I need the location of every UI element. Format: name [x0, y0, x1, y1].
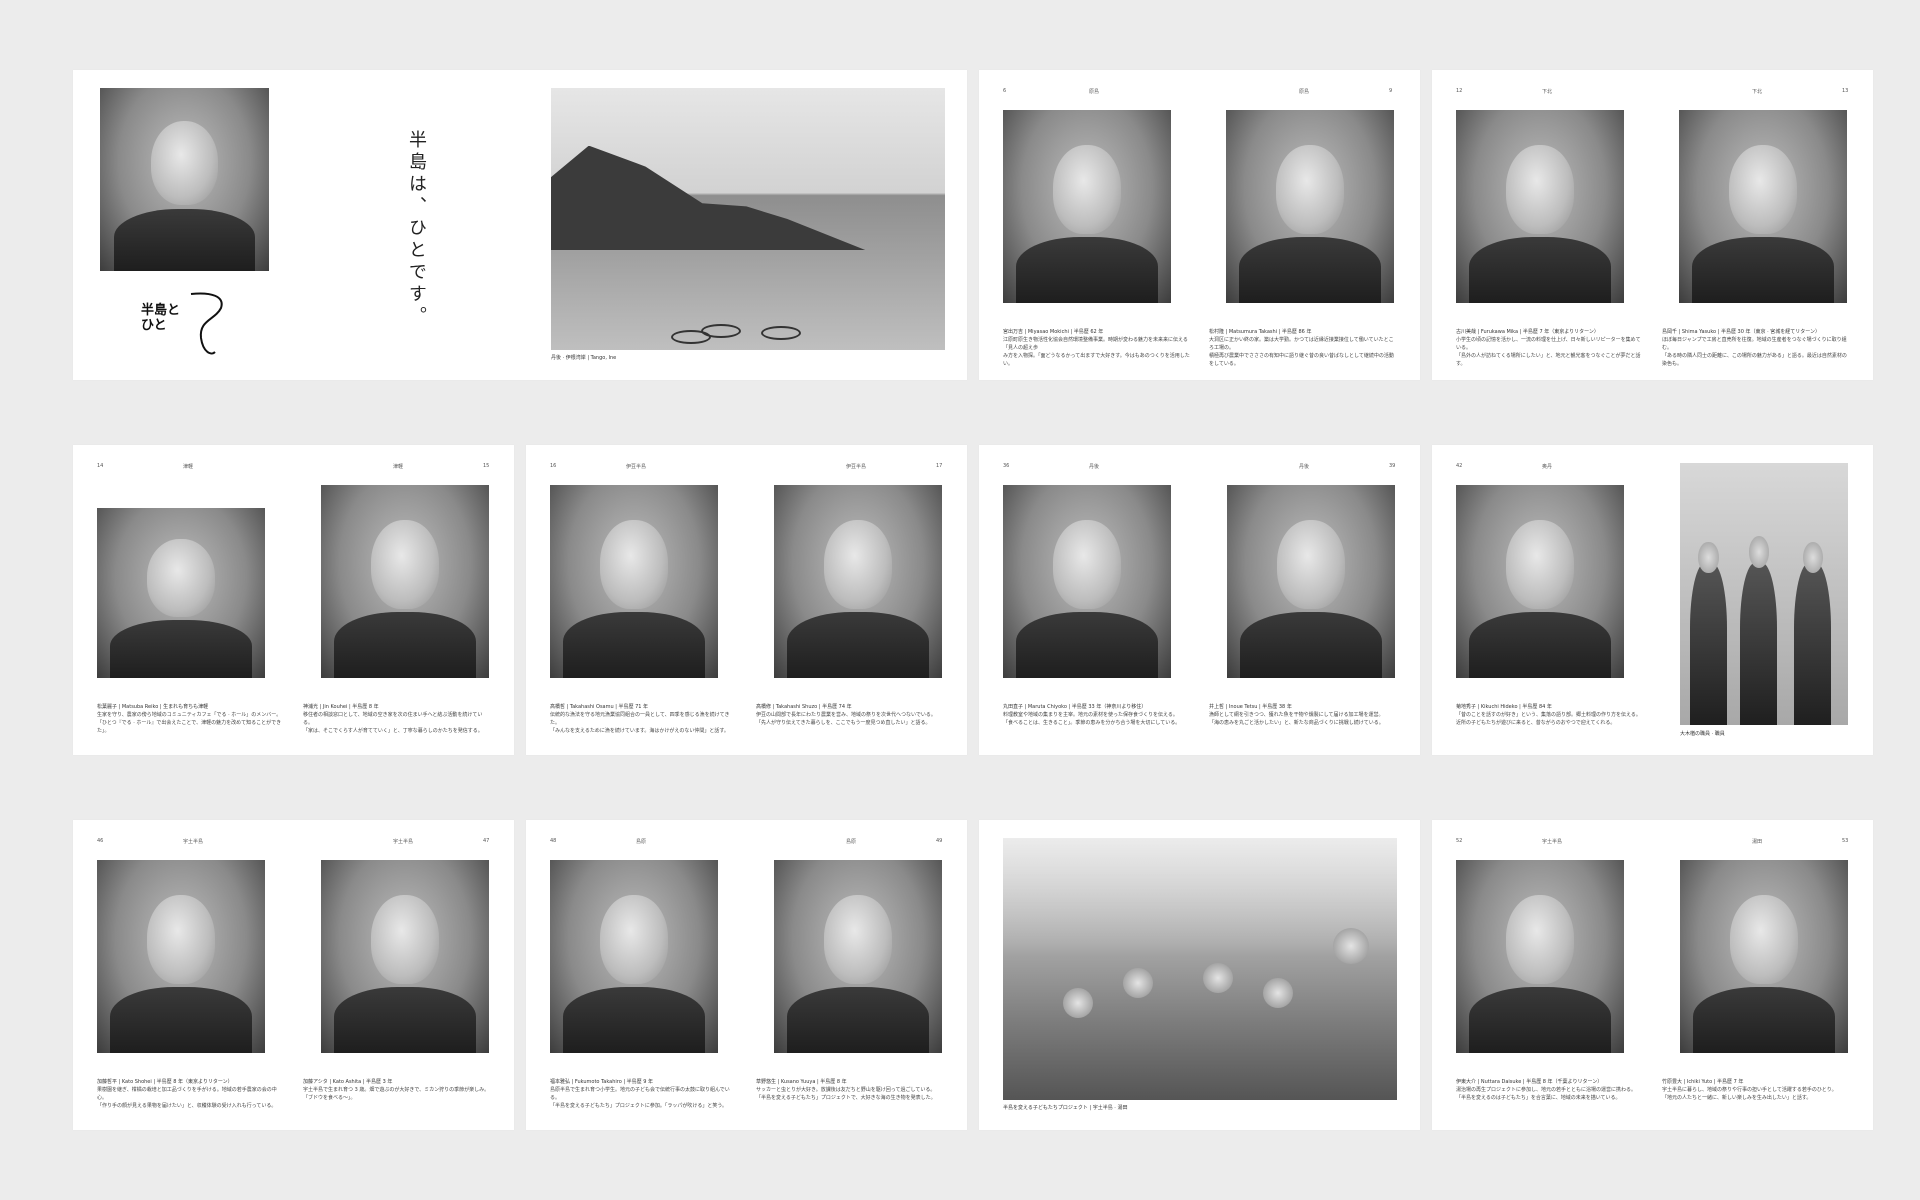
portrait-photo	[1680, 860, 1848, 1053]
page-number: 52	[1456, 838, 1463, 844]
page-number: 9	[1389, 88, 1393, 94]
running-header: 津軽	[183, 464, 194, 470]
page-number: 49	[936, 838, 943, 844]
running-header: 宇土半島	[183, 839, 204, 845]
portrait-caption: 宮出万吉 | Miyasao Mokichi | 半島歴 62 年江原町原生き物…	[1003, 329, 1190, 367]
running-header: 下北	[1542, 89, 1553, 95]
portrait-caption: 丸田直子 | Maruta Chiyoko | 半島歴 33 年（神奈川より移住…	[1003, 704, 1181, 726]
photo-caption: 大木楢の職員 · 職員	[1680, 731, 1725, 737]
portrait-photo	[97, 860, 265, 1053]
portrait-photo	[1456, 485, 1624, 678]
page-number: 53	[1842, 838, 1849, 844]
portrait-caption: 加藤アシタ | Kato Ashita | 半島歴 3 年宇土半島で生まれ育つ …	[303, 1079, 490, 1101]
portrait-photo	[550, 860, 718, 1053]
running-header: 宇土半島	[1542, 839, 1563, 845]
running-header: 島原	[636, 839, 647, 845]
portrait-caption: 草野悠生 | Kusano Yuuya | 半島歴 8 年サッカーと虫とりが大好…	[756, 1079, 936, 1101]
landscape-photo	[551, 88, 945, 350]
portrait-photo	[321, 860, 489, 1053]
running-header: 下北	[1752, 89, 1763, 95]
spread: 52 宇土半島 湯田 53 伊東大介 | Nuttara Daisuke | 半…	[1432, 820, 1873, 1130]
portrait-photo	[97, 508, 265, 678]
running-header: 奥丹	[1542, 464, 1553, 470]
portrait-photo	[774, 860, 942, 1053]
page-number: 39	[1389, 463, 1396, 469]
page-number: 48	[550, 838, 557, 844]
running-header: 原島	[1089, 89, 1100, 95]
portrait-caption: 松村隆 | Matsumura Takashi | 半島歴 86 年大洞区に正か…	[1209, 329, 1394, 367]
running-header: 伊豆半島	[846, 464, 867, 470]
portrait-caption: 菊地秀子 | Kikuchi Hideko | 半島歴 84 年「昔のことを話す…	[1456, 704, 1641, 726]
spread: 42 奥丹 菊地秀子 | Kikuchi Hideko | 半島歴 84 年「昔…	[1432, 445, 1873, 755]
portrait-photo	[1003, 485, 1171, 678]
group-photo	[1680, 463, 1848, 725]
running-header: 島原	[846, 839, 857, 845]
spread: 14 津軽 津軽 15 松葉麗子 | Matsuba Reiko | 生まれも育…	[73, 445, 514, 755]
logo-curve-icon	[190, 292, 223, 355]
portrait-caption: 福本雅弘 | Fukumoto Takahiro | 半島歴 9 年島原半島で生…	[550, 1079, 730, 1109]
portrait-photo	[774, 485, 942, 678]
running-header: 伊豆半島	[626, 464, 647, 470]
page-number: 6	[1003, 88, 1007, 94]
cover-portrait-photo	[100, 88, 269, 271]
logo-line-2: ひと	[141, 318, 167, 333]
spread: 半島を変える子どもたちプロジェクト | 宇土半島 · 湯田	[979, 820, 1420, 1130]
logo-line-1: 半島と	[141, 303, 181, 318]
page-number: 36	[1003, 463, 1010, 469]
vertical-title: 半島は、ひとです。	[406, 130, 427, 328]
running-header: 原島	[1299, 89, 1310, 95]
spread: 36 丹後 丹後 39 丸田直子 | Maruta Chiyoko | 半島歴 …	[979, 445, 1420, 755]
portrait-photo	[1003, 110, 1171, 303]
spread: 46 宇土半島 宇土半島 47 加藤哲平 | Kato Shohei | 半島歴…	[73, 820, 514, 1130]
page-number: 17	[936, 463, 943, 469]
photo-caption: 半島を変える子どもたちプロジェクト | 宇土半島 · 湯田	[1003, 1105, 1128, 1111]
title-spread: 半島と ひと 半島は、ひとです。 丹後 · 伊根湾岸 | Tango, Ine	[73, 70, 967, 380]
portrait-photo	[321, 485, 489, 678]
page-number: 16	[550, 463, 557, 469]
portrait-photo	[1456, 860, 1624, 1053]
logo-text: 半島と ひと	[141, 303, 180, 333]
page-number: 46	[97, 838, 104, 844]
portrait-caption: 神浦光 | Jin Kouhei | 半島歴 8 年移住者の相談窓口として、地域…	[303, 704, 483, 734]
page-number: 47	[483, 838, 490, 844]
portrait-caption: 松葉麗子 | Matsuba Reiko | 生まれも育ちも津軽 生家を守り、農家…	[97, 704, 282, 734]
spread: 16 伊豆半島 伊豆半島 17 高橋哲 | Takahashi Osamu | …	[526, 445, 967, 755]
portrait-caption: 古川美哉 | Furukawa Mika | 半島歴 7 年（東京よりリターン）…	[1456, 329, 1641, 367]
running-header: 丹後	[1089, 464, 1100, 470]
portrait-caption: 高橋哲 | Takahashi Osamu | 半島歴 71 年伝統的な漁法を守…	[550, 704, 730, 734]
portrait-caption: 竹原豊大 | Ichiki Yuto | 半島歴 7 年宇土半島に暮らし、地域の…	[1662, 1079, 1837, 1101]
portrait-photo	[550, 485, 718, 678]
page-number: 13	[1842, 88, 1849, 94]
portrait-caption: 高橋修 | Takahashi Shuzo | 半島歴 74 年伊豆の山間部で長…	[756, 704, 936, 726]
spread: 6 原島 原島 9 宮出万吉 | Miyasao Mokichi | 半島歴 6…	[979, 70, 1420, 380]
portrait-caption: 加藤哲平 | Kato Shohei | 半島歴 8 年（東京よりリターン） 果樹…	[97, 1079, 277, 1109]
spread: 12 下北 下北 13 古川美哉 | Furukawa Mika | 半島歴 7…	[1432, 70, 1873, 380]
bath-photo	[1003, 838, 1397, 1100]
portrait-photo	[1227, 485, 1395, 678]
running-header: 丹後	[1299, 464, 1310, 470]
portrait-caption: 井上哲 | Inoue Tetsu | 半島歴 38 年漁師として網を引きつつ、…	[1209, 704, 1384, 726]
portrait-photo	[1456, 110, 1624, 303]
portrait-caption: 島岡千 | Shima Yasuko | 半島歴 30 年（東京 · 宮城を経て…	[1662, 329, 1847, 367]
portrait-photo	[1226, 110, 1394, 303]
spread: 48 島原 島原 49 福本雅弘 | Fukumoto Takahiro | 半…	[526, 820, 967, 1130]
running-header: 津軽	[393, 464, 404, 470]
landscape-caption: 丹後 · 伊根湾岸 | Tango, Ine	[551, 355, 617, 361]
page-number: 12	[1456, 88, 1463, 94]
portrait-photo	[1679, 110, 1847, 303]
page-number: 14	[97, 463, 104, 469]
page-number: 42	[1456, 463, 1463, 469]
portrait-caption: 伊東大介 | Nuttara Daisuke | 半島歴 8 年（千葉よりリター…	[1456, 1079, 1637, 1101]
running-header: 湯田	[1752, 839, 1763, 845]
running-header: 宇土半島	[393, 839, 414, 845]
page-number: 15	[483, 463, 490, 469]
